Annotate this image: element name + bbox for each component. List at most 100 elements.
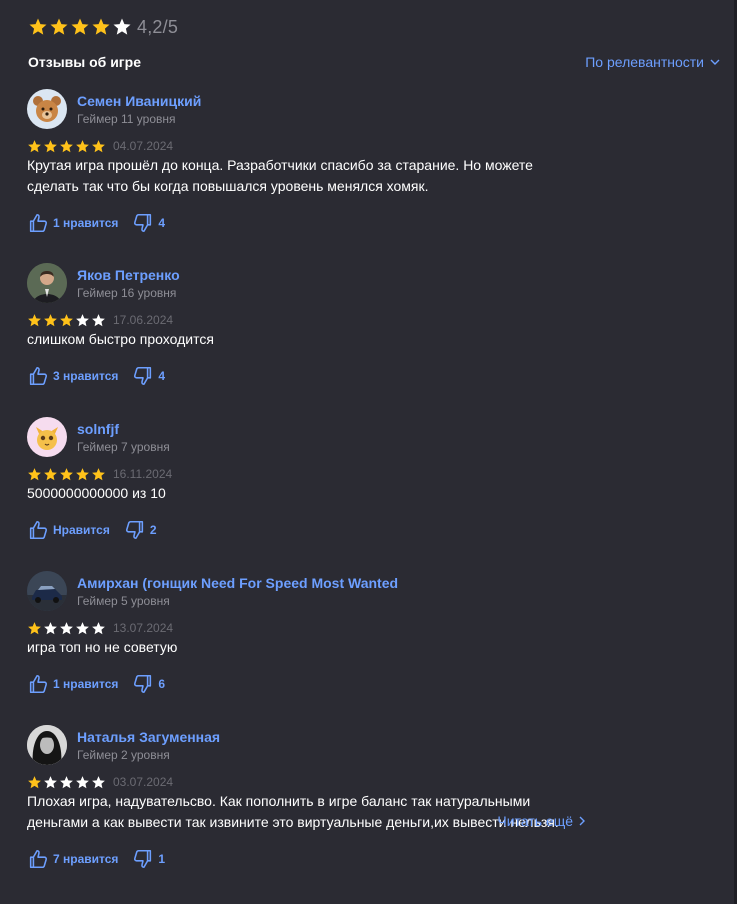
author-level: Геймер 16 уровня bbox=[77, 285, 177, 300]
review-date: 17.06.2024 bbox=[113, 313, 174, 327]
thumbs-up-icon bbox=[29, 366, 48, 386]
like-label: 7 нравится bbox=[53, 852, 119, 866]
review-card: Яков Петренко Геймер 16 уровня 17.06.202… bbox=[27, 263, 607, 388]
thumbs-up-icon bbox=[29, 213, 48, 233]
star-empty-icon bbox=[113, 18, 131, 35]
thumbs-down-icon bbox=[125, 520, 143, 540]
review-text: слишком быстро проходится bbox=[27, 331, 214, 347]
thumbs-up-icon bbox=[29, 674, 48, 694]
review-date: 03.07.2024 bbox=[113, 775, 174, 789]
review-date: 16.11.2024 bbox=[113, 467, 173, 481]
review-stars bbox=[27, 621, 106, 636]
star-empty-icon bbox=[60, 621, 73, 634]
dislike-count: 4 bbox=[158, 216, 166, 230]
review-date: 13.07.2024 bbox=[113, 621, 174, 635]
author-level: Геймер 5 уровня bbox=[77, 593, 170, 608]
summary-score: 4,2/5 bbox=[137, 16, 179, 37]
star-filled-icon bbox=[71, 18, 89, 35]
like-button[interactable]: 7 нравится bbox=[27, 848, 118, 870]
star-filled-icon bbox=[92, 139, 105, 152]
cat-avatar-icon bbox=[36, 427, 58, 450]
avatar[interactable] bbox=[27, 571, 67, 611]
star-filled-icon bbox=[92, 467, 105, 480]
star-empty-icon bbox=[76, 621, 89, 634]
woman-avatar-icon bbox=[27, 725, 67, 765]
star-empty-icon bbox=[92, 313, 105, 326]
dislike-button[interactable]: 4 bbox=[132, 365, 165, 387]
star-filled-icon bbox=[50, 18, 68, 35]
avatar[interactable] bbox=[27, 417, 67, 457]
star-empty-icon bbox=[92, 775, 105, 788]
review-stars bbox=[27, 139, 106, 154]
author-level: Геймер 7 уровня bbox=[77, 439, 170, 454]
review-stars bbox=[27, 775, 106, 790]
star-filled-icon bbox=[44, 467, 57, 480]
like-label: 3 нравится bbox=[53, 369, 119, 383]
dislike-button[interactable]: 1 bbox=[132, 848, 165, 870]
author-name[interactable]: Амирхан (гонщик Need For Speed Most Want… bbox=[77, 574, 398, 592]
review-text: игра топ но не советую bbox=[27, 639, 178, 655]
star-filled-icon bbox=[92, 18, 110, 35]
like-label: 1 нравится bbox=[53, 677, 119, 691]
summary-stars bbox=[28, 17, 132, 37]
review-card: Наталья Загуменная Геймер 2 уровня 03.07… bbox=[27, 725, 607, 871]
review-stars bbox=[27, 313, 106, 328]
dislike-count: 4 bbox=[158, 369, 166, 383]
car-avatar-icon bbox=[27, 571, 67, 611]
review-text: 5000000000000 из 10 bbox=[27, 485, 166, 501]
review-date: 04.07.2024 bbox=[113, 139, 174, 153]
like-label: Нравится bbox=[53, 523, 110, 537]
thumbs-up-icon bbox=[29, 849, 48, 869]
avatar[interactable] bbox=[27, 89, 67, 129]
review-text: Крутая игра прошёл до конца. Разработчик… bbox=[27, 157, 533, 194]
avatar[interactable] bbox=[27, 263, 67, 303]
star-empty-icon bbox=[60, 775, 73, 788]
review-card: solnfjf Геймер 7 уровня 16.11.2024 50000… bbox=[27, 417, 607, 542]
author-level: Геймер 11 уровня bbox=[77, 111, 176, 126]
author-name[interactable]: solnfjf bbox=[77, 420, 170, 438]
star-filled-icon bbox=[28, 775, 41, 788]
author-name[interactable]: Семен Иваницкий bbox=[77, 92, 201, 110]
star-empty-icon bbox=[76, 313, 89, 326]
like-label: 1 нравится bbox=[53, 216, 119, 230]
star-filled-icon bbox=[28, 313, 41, 326]
star-empty-icon bbox=[92, 621, 105, 634]
star-filled-icon bbox=[28, 621, 41, 634]
thumbs-down-icon bbox=[134, 849, 152, 869]
star-filled-icon bbox=[29, 18, 47, 35]
dislike-count: 6 bbox=[158, 677, 166, 691]
like-button[interactable]: 1 нравится bbox=[27, 673, 118, 695]
thumbs-down-icon bbox=[134, 674, 152, 694]
dislike-button[interactable]: 2 bbox=[124, 519, 157, 541]
review-card: Семен Иваницкий Геймер 11 уровня 04.07.2… bbox=[27, 89, 607, 235]
dislike-button[interactable]: 4 bbox=[132, 212, 165, 234]
read-more-link[interactable]: Читать ещё bbox=[497, 813, 585, 829]
chevron-down-icon bbox=[710, 59, 720, 65]
star-empty-icon bbox=[76, 775, 89, 788]
star-filled-icon bbox=[76, 139, 89, 152]
like-button[interactable]: 1 нравится bbox=[27, 212, 118, 234]
section-title: Отзывы об игре bbox=[28, 54, 141, 70]
rating-summary: 4,2/5 bbox=[28, 15, 178, 39]
author-name[interactable]: Яков Петренко bbox=[77, 266, 180, 284]
author-name[interactable]: Наталья Загуменная bbox=[77, 728, 220, 746]
review-stars bbox=[27, 467, 106, 482]
star-filled-icon bbox=[60, 467, 73, 480]
bear-avatar-icon bbox=[33, 96, 61, 122]
star-filled-icon bbox=[60, 139, 73, 152]
like-button[interactable]: 3 нравится bbox=[27, 365, 118, 387]
sort-label: По релевантности bbox=[585, 54, 704, 70]
like-button[interactable]: Нравится bbox=[27, 519, 110, 541]
avatar[interactable] bbox=[27, 725, 67, 765]
dislike-button[interactable]: 6 bbox=[132, 673, 165, 695]
thumbs-down-icon bbox=[134, 366, 152, 386]
thumbs-up-icon bbox=[29, 520, 48, 540]
thumbs-down-icon bbox=[134, 213, 152, 233]
star-filled-icon bbox=[44, 139, 57, 152]
review-card: Амирхан (гонщик Need For Speed Most Want… bbox=[27, 571, 607, 696]
chevron-right-icon bbox=[579, 816, 585, 826]
person-avatar-icon bbox=[27, 263, 67, 303]
star-filled-icon bbox=[76, 467, 89, 480]
star-filled-icon bbox=[28, 467, 41, 480]
sort-dropdown[interactable]: По релевантности bbox=[585, 54, 720, 70]
